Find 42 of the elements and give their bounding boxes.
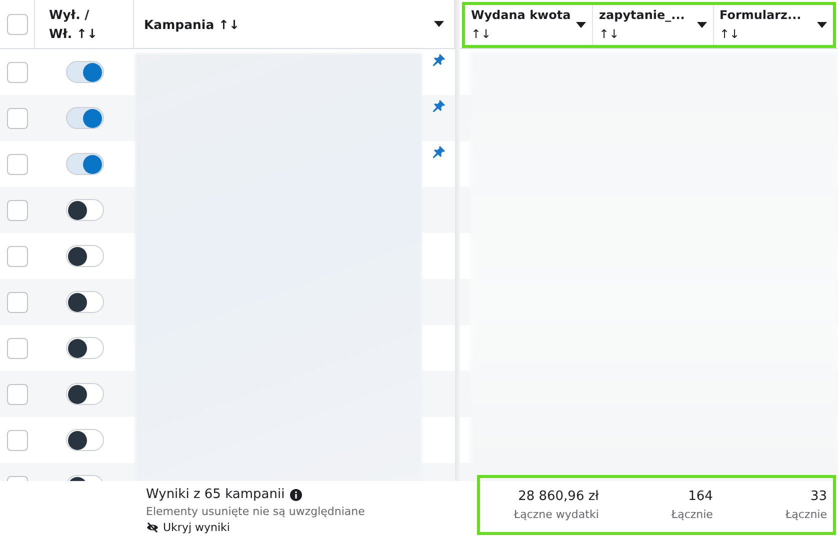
- toggle-switch[interactable]: [66, 337, 104, 359]
- row-checkbox[interactable]: [7, 430, 28, 450]
- column-header[interactable]: Kampania ↑↓: [144, 16, 240, 32]
- toggle-switch[interactable]: [66, 199, 104, 221]
- column-header[interactable]: Wydana kwota ↑↓: [471, 8, 571, 42]
- row-checkbox[interactable]: [7, 292, 28, 312]
- toggle-switch[interactable]: [66, 153, 104, 175]
- column-header[interactable]: Formularz... ↑↓: [720, 8, 802, 42]
- row-checkbox[interactable]: [7, 246, 28, 266]
- row-checkbox[interactable]: [7, 200, 28, 220]
- toggle-switch[interactable]: [66, 383, 104, 405]
- toggle-switch[interactable]: [66, 245, 104, 267]
- toggle-switch[interactable]: [66, 61, 104, 83]
- hide-results-link[interactable]: Ukryj wyniki: [163, 521, 230, 534]
- row-checkbox[interactable]: [7, 384, 28, 404]
- toggle-switch[interactable]: [66, 107, 104, 129]
- pin-icon[interactable]: [433, 100, 445, 112]
- total-label: Łącznie: [785, 508, 827, 521]
- total-label: Łącznie: [671, 508, 713, 521]
- pin-icon[interactable]: [433, 146, 445, 158]
- caret-icon[interactable]: [816, 22, 827, 28]
- total-value: 164: [688, 489, 713, 504]
- toggle-switch[interactable]: [66, 429, 104, 451]
- caret-icon[interactable]: [434, 21, 444, 27]
- column-header[interactable]: Wył. / Wł. ↑↓: [49, 7, 98, 41]
- row-checkbox[interactable]: [7, 154, 28, 174]
- total-value: 28 860,96 zł: [518, 489, 599, 504]
- total-value: 33: [810, 489, 827, 504]
- results-summary: Wyniki z 65 kampanii: [146, 487, 285, 502]
- pin-icon[interactable]: [433, 54, 445, 66]
- info-icon[interactable]: [290, 488, 302, 500]
- results-note: Elementy usunięte nie są uwzględniane: [146, 505, 366, 518]
- select-all-checkbox[interactable]: [6, 14, 28, 34]
- row-checkbox[interactable]: [7, 62, 28, 82]
- toggle-switch[interactable]: [66, 291, 104, 313]
- total-label: Łączne wydatki: [514, 508, 599, 521]
- row-checkbox[interactable]: [7, 338, 28, 358]
- caret-icon[interactable]: [696, 22, 706, 28]
- caret-icon[interactable]: [576, 22, 586, 28]
- column-header[interactable]: zapytanie_... ↑↓: [599, 8, 685, 42]
- row-checkbox[interactable]: [7, 108, 28, 128]
- hidden-eye-icon: [146, 522, 159, 533]
